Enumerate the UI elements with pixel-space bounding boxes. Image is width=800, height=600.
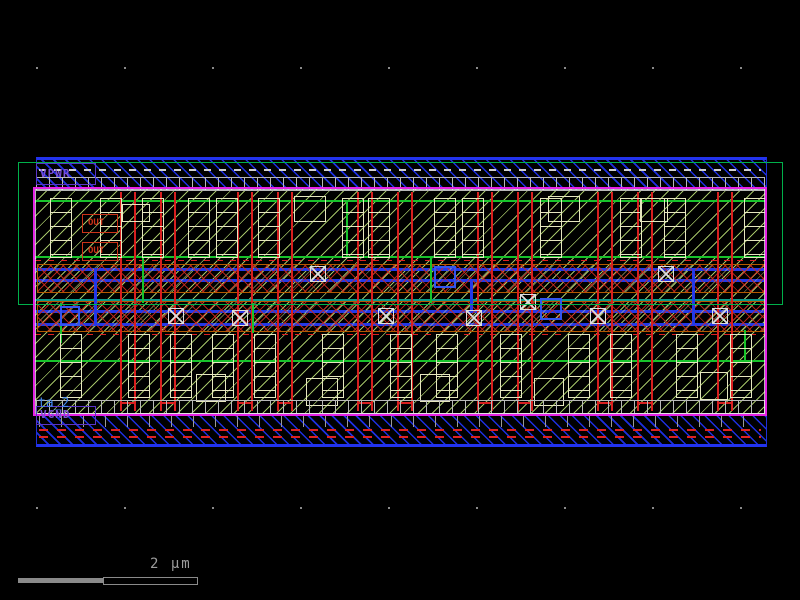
- grid-dot: [476, 67, 478, 69]
- grid-dot: [300, 507, 302, 509]
- grid-dot: [476, 507, 478, 509]
- rail-red-dash-line: [39, 429, 761, 431]
- grid-dot: [300, 67, 302, 69]
- vpwr-label: VPWR: [40, 167, 71, 180]
- cell-name-label: ta_2: [38, 396, 69, 411]
- scalebar-outline-segment: [103, 577, 198, 585]
- grid-dot: [564, 507, 566, 509]
- layout-canvas-viewport[interactable]: VPWR VGND ta_2 OUT OUT 2 µm: [0, 0, 800, 600]
- grid-dot: [124, 507, 126, 509]
- grid-dot: [652, 67, 654, 69]
- grid-dot: [388, 67, 390, 69]
- grid-dot: [388, 507, 390, 509]
- vgnd-rail-metal: [36, 414, 767, 447]
- rail-tick-marks: [39, 416, 761, 427]
- grid-dot: [740, 507, 742, 509]
- grid-dot: [652, 507, 654, 509]
- grid-dot: [564, 67, 566, 69]
- scalebar-filled-segment: [18, 578, 103, 583]
- rail-red-dash-line: [39, 436, 761, 438]
- grid-dot: [212, 507, 214, 509]
- grid-dot: [740, 67, 742, 69]
- grid-dot: [36, 507, 38, 509]
- scalebar-label: 2 µm: [150, 556, 192, 572]
- grid-dot: [36, 67, 38, 69]
- cell-boundary: [33, 187, 767, 416]
- grid-dot: [212, 67, 214, 69]
- grid-dot: [124, 67, 126, 69]
